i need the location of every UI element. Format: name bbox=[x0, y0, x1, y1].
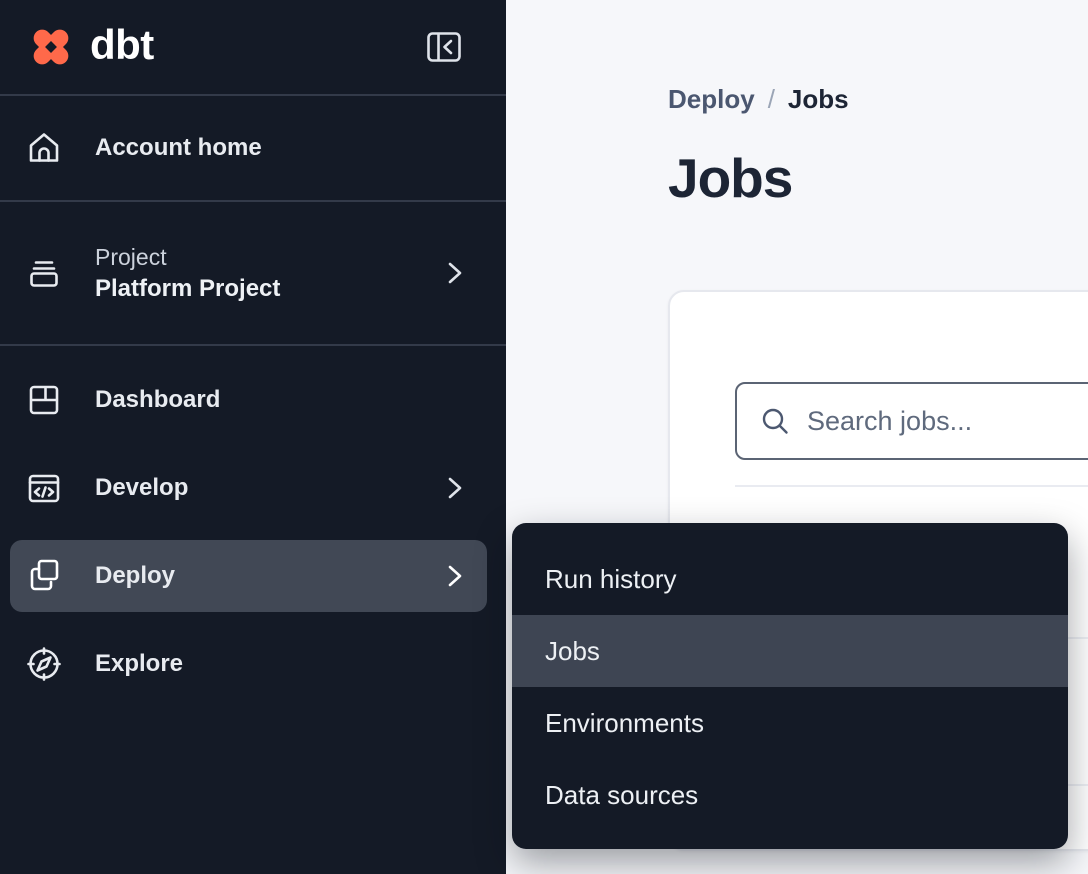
deploy-icon bbox=[24, 556, 64, 596]
collapse-sidebar-button[interactable] bbox=[426, 30, 462, 64]
dbt-logo-mark-icon bbox=[27, 23, 75, 71]
search-box bbox=[735, 382, 1088, 460]
breadcrumb-current: Jobs bbox=[788, 84, 849, 115]
develop-icon bbox=[24, 468, 64, 508]
chevron-right-icon bbox=[448, 564, 462, 588]
sidebar-item-dashboard[interactable]: Dashboard bbox=[0, 356, 506, 444]
breadcrumb-deploy-link[interactable]: Deploy bbox=[668, 84, 755, 115]
sidebar-item-develop[interactable]: Develop bbox=[0, 444, 506, 532]
menu-item-environments[interactable]: Environments bbox=[512, 687, 1068, 759]
dbt-logo-text: dbt bbox=[90, 24, 154, 70]
chevron-right-icon bbox=[448, 476, 462, 500]
project-selector-text: Project Platform Project bbox=[95, 244, 280, 303]
project-label: Project bbox=[95, 244, 280, 271]
menu-item-jobs[interactable]: Jobs bbox=[512, 615, 1068, 687]
explore-icon bbox=[24, 644, 64, 684]
sidebar-item-label: Develop bbox=[95, 474, 188, 502]
chevron-right-icon bbox=[448, 261, 462, 285]
card-divider bbox=[735, 485, 1088, 487]
sidebar: dbt Account home bbox=[0, 0, 506, 874]
app-window: dbt Account home bbox=[0, 0, 1088, 874]
project-icon bbox=[24, 253, 64, 293]
menu-item-run-history[interactable]: Run history bbox=[512, 543, 1068, 615]
sidebar-item-explore[interactable]: Explore bbox=[0, 620, 506, 708]
sidebar-item-label: Deploy bbox=[95, 562, 175, 590]
menu-item-data-sources[interactable]: Data sources bbox=[512, 759, 1068, 831]
dashboard-icon bbox=[24, 380, 64, 420]
collapse-sidebar-icon bbox=[426, 30, 462, 64]
sidebar-item-label: Account home bbox=[95, 134, 262, 162]
search-icon bbox=[759, 405, 791, 437]
dbt-logo[interactable]: dbt bbox=[27, 23, 154, 71]
deploy-flyout-menu: Run history Jobs Environments Data sourc… bbox=[512, 523, 1068, 849]
home-icon bbox=[24, 128, 64, 168]
breadcrumb: Deploy / Jobs bbox=[668, 84, 849, 115]
sidebar-item-label: Dashboard bbox=[95, 386, 220, 414]
breadcrumb-separator: / bbox=[768, 84, 775, 115]
sidebar-nav: Dashboard Develop bbox=[0, 346, 506, 708]
sidebar-item-project[interactable]: Project Platform Project bbox=[0, 202, 506, 346]
sidebar-item-label: Explore bbox=[95, 650, 183, 678]
sidebar-header: dbt bbox=[0, 0, 506, 96]
sidebar-item-account-home[interactable]: Account home bbox=[0, 96, 506, 202]
sidebar-item-deploy[interactable]: Deploy bbox=[10, 540, 487, 612]
page-title: Jobs bbox=[668, 146, 792, 210]
project-name: Platform Project bbox=[95, 275, 280, 303]
search-input[interactable] bbox=[807, 406, 1088, 437]
